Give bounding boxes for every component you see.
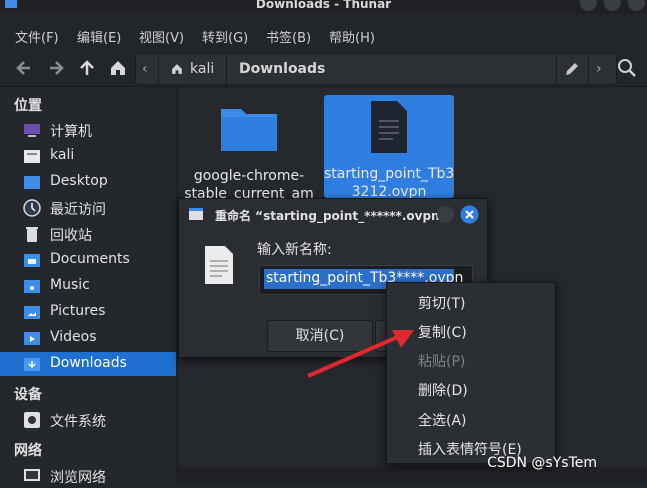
menu-view[interactable]: 视图(V): [139, 27, 184, 46]
window-title: Downloads - Thunar: [255, 0, 392, 11]
sidebar-item-label: Desktop: [50, 173, 108, 189]
watermark-text: CSDN @sYsTem: [487, 455, 597, 471]
videos-folder-icon: [24, 332, 40, 345]
menu-file[interactable]: 文件(F): [15, 27, 59, 46]
sidebar-item-browse-network[interactable]: 浏览网络: [0, 464, 176, 488]
sidebar-item-label: 回收站: [50, 228, 92, 244]
rename-prompt-label: 输入新名称:: [257, 242, 332, 258]
file-item-ovpn[interactable]: starting_point_Tb3 3212.ovpn: [324, 95, 455, 200]
menu-bookmarks[interactable]: 书签(B): [266, 27, 311, 46]
search-icon[interactable]: [617, 58, 637, 78]
sidebar-item-filesystem[interactable]: 文件系统: [0, 408, 176, 432]
home-folder-icon: [24, 150, 40, 163]
sidebar: 位置 计算机 kali Desktop 最近访问 回收站 Documents M…: [0, 87, 178, 486]
menu-item-copy[interactable]: 复制(C): [418, 322, 467, 342]
file-name-line: google-chrome-: [193, 168, 305, 184]
trash-icon: [26, 227, 38, 242]
documents-folder-icon: [24, 254, 40, 267]
window-titlebar: Downloads - Thunar: [0, 0, 647, 14]
dialog-close-icon[interactable]: [460, 205, 479, 224]
menu-item-paste[interactable]: 粘贴(P): [418, 351, 465, 371]
pictures-folder-icon: [24, 306, 40, 319]
crumb-kali[interactable]: kali: [190, 54, 214, 84]
menu-go[interactable]: 转到(G): [202, 27, 248, 46]
folder-icon: [221, 109, 277, 151]
sidebar-item-label: 文件系统: [50, 414, 106, 430]
document-icon: [371, 101, 407, 153]
menu-edit[interactable]: 编辑(E): [77, 27, 121, 46]
menu-item-cut[interactable]: 剪切(T): [418, 293, 465, 313]
path-right-chevron-icon[interactable]: ›: [596, 54, 602, 84]
menubar: 文件(F) 编辑(E) 视图(V) 转到(G) 书签(B) 帮助(H): [0, 20, 647, 50]
crumb-downloads[interactable]: Downloads: [239, 54, 325, 84]
sidebar-item-downloads[interactable]: Downloads: [0, 352, 176, 376]
sidebar-item-kali[interactable]: kali: [0, 144, 176, 168]
sidebar-item-documents[interactable]: Documents: [0, 248, 176, 272]
sidebar-item-trash[interactable]: 回收站: [0, 222, 176, 246]
sidebar-item-label: Documents: [50, 251, 130, 267]
network-section-title: 网络: [14, 443, 42, 459]
forward-arrow-icon[interactable]: [46, 58, 66, 78]
network-icon: [24, 469, 40, 481]
music-folder-icon: [24, 280, 40, 293]
sidebar-item-label: Pictures: [50, 303, 106, 319]
home-icon[interactable]: [108, 58, 128, 78]
sidebar-item-computer[interactable]: 计算机: [0, 118, 176, 142]
menu-help[interactable]: 帮助(H): [329, 27, 375, 46]
sidebar-item-music[interactable]: Music: [0, 274, 176, 298]
edit-path-pencil-icon[interactable]: [564, 61, 580, 77]
back-arrow-icon[interactable]: [14, 58, 34, 78]
sidebar-item-label: Videos: [50, 329, 97, 345]
sidebar-item-label: 最近访问: [50, 202, 106, 218]
dialog-app-icon: [189, 208, 203, 220]
file-name-line: starting_point_Tb3: [324, 166, 455, 182]
file-item-chrome[interactable]: google-chrome- stable_current_am: [184, 95, 314, 203]
dialog-maximize-button[interactable]: [437, 206, 454, 223]
sidebar-item-videos[interactable]: Videos: [0, 326, 176, 350]
dialog-title: 重命名 “starting_point_******.ovpn”: [215, 209, 448, 223]
desktop-folder-icon: [24, 176, 40, 189]
menu-item-delete[interactable]: 删除(D): [418, 380, 468, 400]
recent-icon: [23, 199, 41, 217]
annotation-arrow-icon: [307, 330, 414, 378]
path-bar: ‹ kali Downloads ›: [135, 53, 617, 85]
sidebar-item-label: Downloads: [50, 355, 127, 371]
sidebar-item-desktop[interactable]: Desktop: [0, 170, 176, 194]
path-left-chevron-icon[interactable]: ‹: [142, 54, 154, 84]
downloads-folder-icon: [24, 358, 40, 371]
document-preview-icon: [205, 246, 233, 284]
sidebar-item-pictures[interactable]: Pictures: [0, 300, 176, 324]
sidebar-item-label: 浏览网络: [50, 470, 106, 486]
drive-icon: [24, 412, 40, 428]
sidebar-item-label: kali: [50, 147, 75, 163]
sidebar-item-recent[interactable]: 最近访问: [0, 196, 176, 220]
menu-item-select-all[interactable]: 全选(A): [418, 410, 467, 430]
devices-section-title: 设备: [14, 387, 42, 403]
sidebar-item-label: Music: [50, 277, 90, 293]
places-section-title: 位置: [14, 98, 42, 114]
sidebar-item-label: 计算机: [50, 124, 92, 140]
up-arrow-icon[interactable]: [77, 58, 97, 78]
computer-icon: [24, 124, 40, 137]
home-crumb-icon: [172, 64, 182, 74]
